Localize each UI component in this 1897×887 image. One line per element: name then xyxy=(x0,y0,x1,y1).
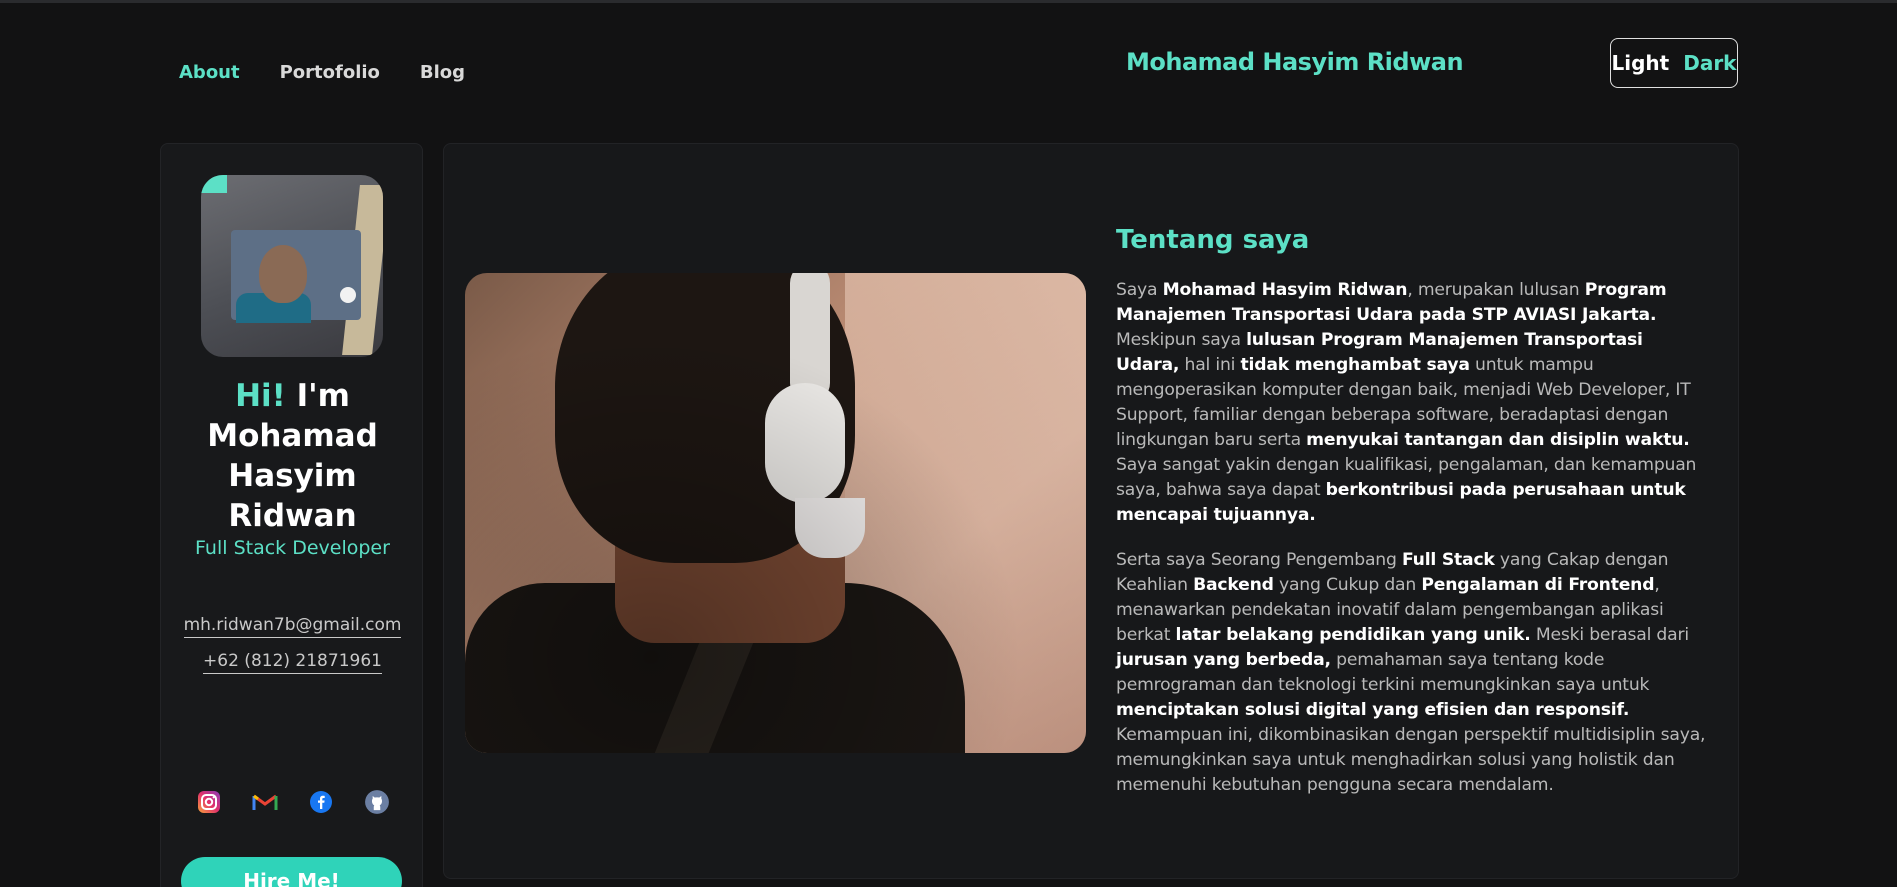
gmail-icon[interactable] xyxy=(249,786,281,818)
nav-portofolio-link[interactable]: Portofolio xyxy=(280,62,380,83)
emphasis-text: Mohamad Hasyim Ridwan xyxy=(1162,280,1408,300)
email-contact: mh.ridwan7b@gmail.com xyxy=(161,615,424,638)
theme-toggle: Light Dark xyxy=(1610,38,1738,88)
phone-contact: +62 (812) 21871961 xyxy=(161,651,424,674)
emphasis-text: menyukai tantangan dan disiplin waktu. xyxy=(1306,430,1690,450)
github-icon[interactable] xyxy=(361,786,393,818)
social-links xyxy=(161,786,424,818)
profile-role: Full Stack Developer xyxy=(195,537,390,559)
body-text: Kemampuan ini, dikombinasikan dengan per… xyxy=(1116,725,1706,795)
site-brand[interactable]: Mohamad Hasyim Ridwan xyxy=(1126,48,1464,76)
body-text: yang Cukup dan xyxy=(1273,575,1422,595)
greeting-hi: Hi! xyxy=(235,378,286,414)
emphasis-text: latar belakang pendidikan yang unik. xyxy=(1175,625,1531,645)
body-text: hal ini xyxy=(1179,355,1241,375)
body-text: Serta saya Seorang Pengembang xyxy=(1116,550,1402,570)
email-link[interactable]: mh.ridwan7b@gmail.com xyxy=(183,615,402,638)
theme-light-option[interactable]: Light xyxy=(1612,51,1670,75)
about-paragraph-1: Saya Mohamad Hasyim Ridwan, merupakan lu… xyxy=(1116,278,1706,528)
facebook-icon[interactable] xyxy=(305,786,337,818)
profile-name-line: Ridwan xyxy=(228,498,357,534)
profile-sidebar: Hi! I'm Mohamad Hasyim Ridwan Full Stack… xyxy=(160,143,423,887)
theme-dark-option[interactable]: Dark xyxy=(1683,51,1736,75)
emphasis-text: Pengalaman di Frontend xyxy=(1421,575,1655,595)
profile-greeting: Hi! I'm Mohamad Hasyim Ridwan xyxy=(161,376,424,536)
emphasis-text: Backend xyxy=(1193,575,1274,595)
nav-blog-link[interactable]: Blog xyxy=(420,62,465,83)
emphasis-text: tidak menghambat saya xyxy=(1240,355,1470,375)
about-card: Tentang saya Saya Mohamad Hasyim Ridwan,… xyxy=(443,143,1739,879)
emphasis-text: jurusan yang berbeda, xyxy=(1116,650,1331,670)
profile-name-line: Mohamad xyxy=(207,418,378,454)
avatar xyxy=(201,175,383,357)
about-text: Saya Mohamad Hasyim Ridwan, merupakan lu… xyxy=(1116,278,1706,818)
emphasis-text: menciptakan solusi digital yang efisien … xyxy=(1116,700,1630,720)
emphasis-text: Full Stack xyxy=(1401,550,1495,570)
phone-link[interactable]: +62 (812) 21871961 xyxy=(203,651,382,674)
body-text: Meskipun saya xyxy=(1116,330,1247,350)
instagram-icon[interactable] xyxy=(193,786,225,818)
body-text: , merupakan lulusan xyxy=(1407,280,1585,300)
top-divider xyxy=(0,0,1897,3)
about-photo xyxy=(465,273,1086,753)
about-paragraph-2: Serta saya Seorang Pengembang Full Stack… xyxy=(1116,548,1706,798)
main-nav: About Portofolio Blog xyxy=(179,62,465,83)
body-text: Meski berasal dari xyxy=(1530,625,1689,645)
profile-name-line: Hasyim xyxy=(228,458,357,494)
nav-about-link[interactable]: About xyxy=(179,62,240,83)
greeting-im: I'm xyxy=(296,378,350,414)
body-text: Saya xyxy=(1116,280,1163,300)
hire-me-button[interactable]: Hire Me! xyxy=(181,857,402,887)
about-title: Tentang saya xyxy=(1116,225,1310,255)
